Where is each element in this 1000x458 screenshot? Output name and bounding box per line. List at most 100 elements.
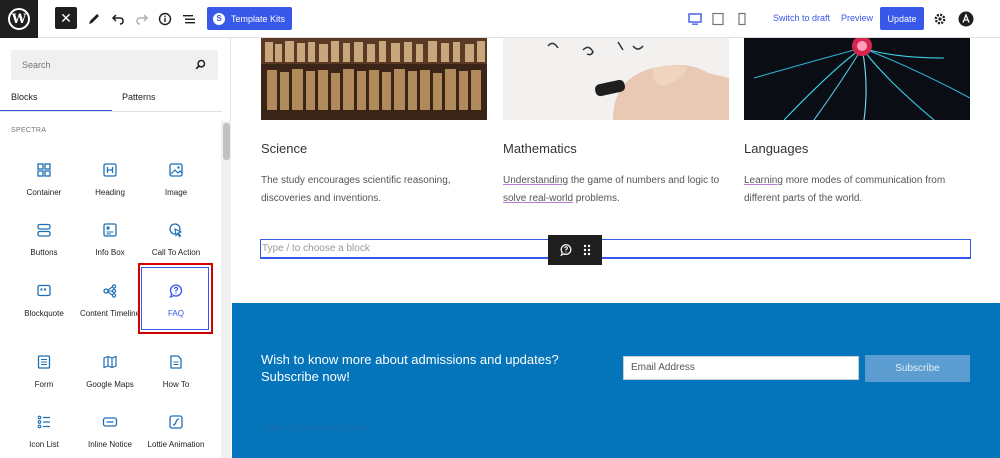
subscribe-button[interactable]: Subscribe [865, 355, 970, 382]
block-label: Call To Action [151, 248, 201, 257]
email-field[interactable]: Email Address [623, 356, 859, 380]
heading-icon [103, 163, 117, 177]
spellcheck-underline: Understanding [503, 175, 569, 186]
how-to-icon [170, 355, 182, 369]
desktop-preview-button[interactable] [684, 8, 706, 30]
block-label: Container [26, 188, 62, 197]
block-search-input[interactable] [11, 50, 191, 80]
mathematics-image[interactable] [503, 38, 729, 120]
astra-settings-button[interactable] [955, 8, 977, 30]
editor-root: W ✕ S Template Kits Switch to draft Prev… [0, 0, 1000, 458]
inserter-tabs: Blocks Patterns [0, 88, 222, 112]
subscribe-heading-line: Subscribe now! [261, 369, 350, 384]
block-google-maps[interactable]: Google Maps [74, 351, 146, 390]
tablet-preview-button[interactable] [707, 8, 729, 30]
text-line: The study encourages scientific reasonin… [261, 175, 451, 186]
image-icon [169, 163, 183, 177]
sidebar-scrollbar[interactable] [221, 121, 231, 458]
wordpress-logo-button[interactable]: W [0, 0, 38, 38]
wordpress-logo-icon: W [8, 8, 30, 30]
block-lottie-animation[interactable]: Lottie Animation [140, 411, 212, 450]
astra-logo-icon [958, 11, 974, 27]
undo-icon [111, 14, 124, 25]
info-icon [158, 12, 172, 26]
block-how-to[interactable]: How To [140, 351, 212, 390]
block-label: Google Maps [86, 380, 134, 389]
tab-blocks[interactable]: Blocks [11, 92, 38, 102]
block-container[interactable]: Container [8, 159, 80, 198]
block-label: Lottie Animation [147, 440, 205, 449]
block-label: Heading [95, 188, 125, 197]
block-form[interactable]: Form [8, 351, 80, 390]
redo-button[interactable] [131, 8, 153, 30]
subscribe-heading-line: Wish to know more about admissions and u… [261, 352, 559, 367]
text-line: Learning more modes of communication fro… [744, 175, 946, 186]
block-call-to-action[interactable]: Call To Action [140, 219, 212, 258]
block-info-box[interactable]: Info Box [74, 219, 146, 258]
subscribe-heading[interactable]: Wish to know more about admissions and u… [261, 351, 591, 385]
preview-link[interactable]: Preview [841, 13, 873, 23]
block-buttons[interactable]: Buttons [8, 219, 80, 258]
spellcheck-underline: Learning [744, 175, 783, 186]
math-photo [503, 38, 729, 120]
block-content-timeline[interactable]: Content Timeline [74, 280, 146, 319]
archive-photo [261, 38, 487, 120]
settings-button[interactable] [929, 8, 951, 30]
icon-list-icon [37, 415, 50, 429]
block-toolbar [548, 235, 602, 265]
close-inserter-button[interactable]: ✕ [55, 7, 77, 29]
column-title-languages[interactable]: Languages [744, 141, 808, 156]
block-heading[interactable]: Heading [74, 159, 146, 198]
faq-highlight-annotation [138, 263, 213, 334]
block-image[interactable]: Image [140, 159, 212, 198]
faq-block-type-icon[interactable] [559, 243, 573, 257]
drag-handle-icon[interactable] [582, 243, 592, 257]
block-search [11, 50, 218, 80]
block-category-label: SPECTRA [11, 127, 47, 134]
template-kits-button[interactable]: S Template Kits [207, 7, 293, 30]
empty-paragraph-block[interactable]: Type / to choose a block [260, 239, 971, 259]
search-icon[interactable] [195, 59, 206, 70]
block-inline-notice[interactable]: Inline Notice [74, 411, 146, 450]
info-box-icon [103, 223, 117, 237]
block-inserter-panel: Blocks Patterns SPECTRA Container Headin… [0, 38, 231, 458]
tablet-icon [712, 12, 724, 26]
call-to-action-icon [169, 223, 183, 238]
list-view-button[interactable] [178, 8, 200, 30]
column-text-mathematics[interactable]: Understanding the game of numbers and lo… [503, 172, 738, 208]
block-label: Inline Notice [87, 440, 133, 449]
gear-icon [934, 13, 946, 25]
list-view-icon [183, 15, 195, 24]
block-label: Info Box [95, 248, 125, 257]
map-icon [103, 355, 117, 369]
update-button[interactable]: Update [880, 7, 924, 30]
science-image[interactable] [261, 38, 487, 120]
column-text-languages[interactable]: Learning more modes of communication fro… [744, 172, 974, 208]
tabs-divider [0, 111, 222, 112]
spellcheck-underline: solve real-world [503, 193, 574, 204]
block-label: Icon List [29, 440, 59, 449]
inline-notice-icon [102, 417, 118, 427]
lottie-icon [169, 415, 183, 429]
column-title-mathematics[interactable]: Mathematics [503, 141, 577, 156]
tab-patterns[interactable]: Patterns [122, 92, 156, 102]
spectra-logo-icon: S [213, 12, 225, 25]
text-line: different parts of the world. [744, 193, 863, 204]
block-label: Form [34, 380, 54, 389]
details-button[interactable] [154, 8, 176, 30]
column-title-science[interactable]: Science [261, 141, 307, 156]
block-label: Image [164, 188, 188, 197]
block-icon-list[interactable]: Icon List [8, 411, 80, 450]
empty-block-placeholder[interactable]: Type / to choose a block [261, 423, 369, 434]
column-text-science[interactable]: The study encourages scientific reasonin… [261, 172, 491, 208]
sidebar-scrollbar-thumb[interactable] [223, 123, 230, 160]
timeline-icon [103, 284, 117, 298]
container-icon [37, 163, 51, 177]
undo-button[interactable] [107, 8, 129, 30]
text-line: discoveries and inventions. [261, 193, 382, 204]
mobile-preview-button[interactable] [731, 8, 753, 30]
switch-to-draft-link[interactable]: Switch to draft [773, 13, 830, 23]
block-blockquote[interactable]: Blockquote [8, 280, 80, 319]
languages-image[interactable] [744, 38, 970, 120]
pen-tool-button[interactable] [83, 8, 105, 30]
